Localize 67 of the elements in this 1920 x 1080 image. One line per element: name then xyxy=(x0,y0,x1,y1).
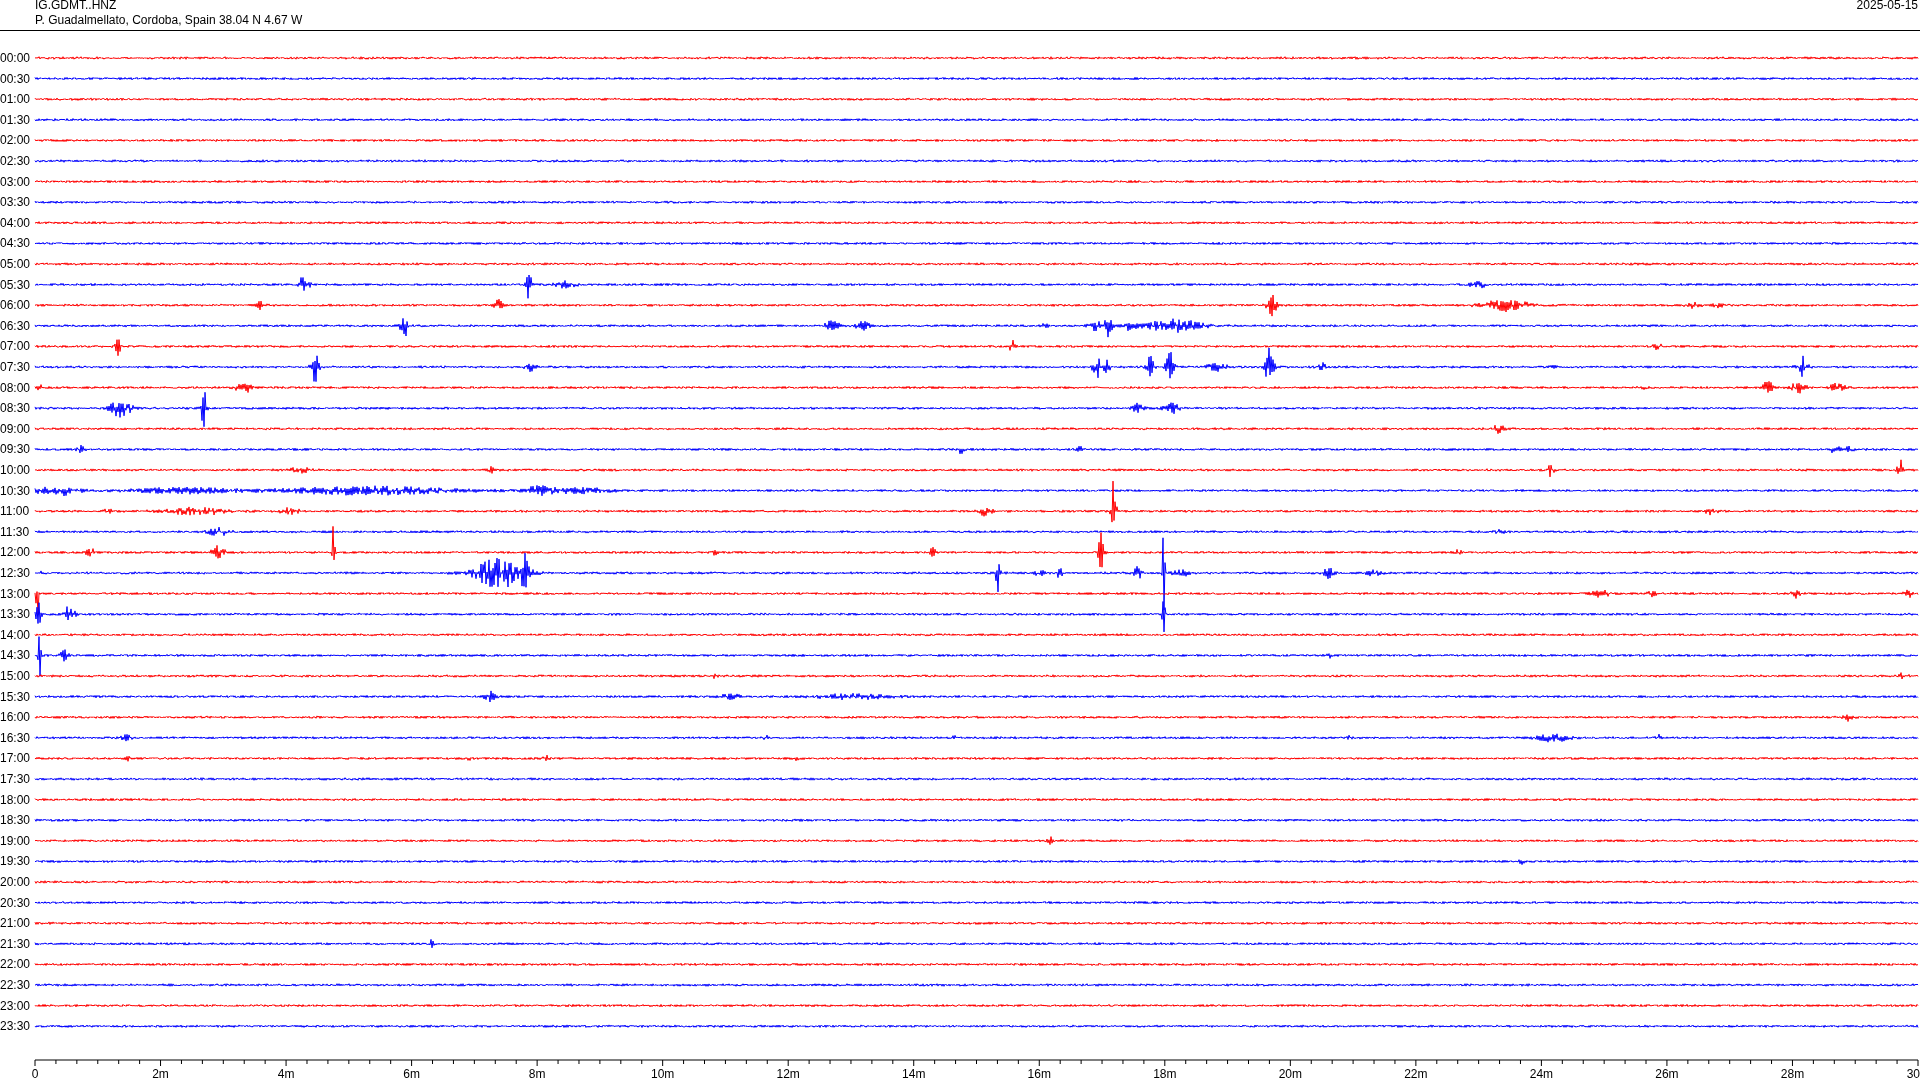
time-label: 02:00 xyxy=(0,133,31,148)
time-label: 00:30 xyxy=(0,71,31,86)
time-label: 23:00 xyxy=(0,998,31,1013)
axis-tick-label: 26m xyxy=(1655,1067,1679,1080)
time-label: 15:30 xyxy=(0,689,31,704)
axis-tick-label: 24m xyxy=(1529,1067,1554,1080)
time-label: 00:00 xyxy=(0,51,31,65)
time-label: 14:30 xyxy=(0,648,31,663)
time-label: 14:00 xyxy=(0,627,31,642)
time-label: 19:30 xyxy=(0,854,31,869)
time-label: 09:30 xyxy=(0,442,31,457)
time-label: 03:30 xyxy=(0,195,31,210)
time-label: 05:00 xyxy=(0,257,31,271)
axis-tick-label: 2m xyxy=(152,1067,169,1080)
time-label: 04:00 xyxy=(0,215,31,230)
axis-tick-label: 10m xyxy=(651,1067,675,1080)
time-label: 12:30 xyxy=(0,566,31,580)
axis-tick-label: 18m xyxy=(1153,1067,1177,1080)
axis-tick-label: 20m xyxy=(1278,1067,1302,1080)
time-label: 06:30 xyxy=(0,318,31,333)
axis-tick-label: 14m xyxy=(902,1067,926,1080)
axis-tick-label: 16m xyxy=(1027,1067,1051,1080)
time-label: 13:30 xyxy=(0,607,31,622)
time-label: 18:30 xyxy=(0,813,31,828)
time-label: 21:00 xyxy=(0,916,31,931)
time-label: 02:30 xyxy=(0,154,31,168)
station-code: IG.GDMT..HNZ xyxy=(35,0,118,13)
time-label: 04:30 xyxy=(0,236,31,251)
time-label: 16:30 xyxy=(0,730,31,745)
axis-tick-label: 8m xyxy=(528,1067,546,1080)
time-label: 18:00 xyxy=(0,792,31,807)
time-label: 12:00 xyxy=(0,545,31,560)
time-label: 10:30 xyxy=(0,483,31,498)
time-label: 19:00 xyxy=(0,833,31,848)
time-label: 01:30 xyxy=(0,112,31,127)
time-label: 11:30 xyxy=(0,524,30,539)
time-label: 05:30 xyxy=(0,277,31,292)
record-date: 2025-05-15 xyxy=(1856,0,1918,14)
axis-tick-label: 30 xyxy=(1906,1067,1920,1080)
time-label: 22:00 xyxy=(0,957,31,972)
time-label: 08:00 xyxy=(0,380,31,395)
time-label: 01:00 xyxy=(0,92,31,107)
time-label: 08:30 xyxy=(0,401,31,416)
time-label: 13:00 xyxy=(0,586,31,601)
time-label: 21:30 xyxy=(0,936,31,951)
time-label: 09:00 xyxy=(0,421,31,436)
axis-tick-label: 12m xyxy=(776,1067,800,1080)
axis-tick-label: 28m xyxy=(1780,1067,1805,1080)
time-label: 10:00 xyxy=(0,463,31,477)
time-label: 03:00 xyxy=(0,174,31,189)
time-label: 16:00 xyxy=(0,710,31,725)
time-label: 20:00 xyxy=(0,875,31,889)
time-label: 22:30 xyxy=(0,978,31,992)
time-label: 06:00 xyxy=(0,298,31,313)
axis-tick-label: 4m xyxy=(277,1067,295,1080)
time-label: 17:30 xyxy=(0,772,31,786)
time-label: 20:30 xyxy=(0,895,31,910)
axis-tick-label: 6m xyxy=(403,1067,420,1080)
axis-tick-label: 22m xyxy=(1404,1067,1428,1080)
axis-tick-label: 0 xyxy=(31,1067,39,1080)
time-label: 15:00 xyxy=(0,669,31,683)
time-label: 07:30 xyxy=(0,360,31,374)
time-label: 11:00 xyxy=(0,504,30,519)
station-location: P. Guadalmellato, Cordoba, Spain 38.04 N 4.67 W xyxy=(35,13,303,28)
time-label: 07:00 xyxy=(0,339,31,354)
time-label: 23:30 xyxy=(0,1019,31,1034)
time-label: 17:00 xyxy=(0,751,31,766)
